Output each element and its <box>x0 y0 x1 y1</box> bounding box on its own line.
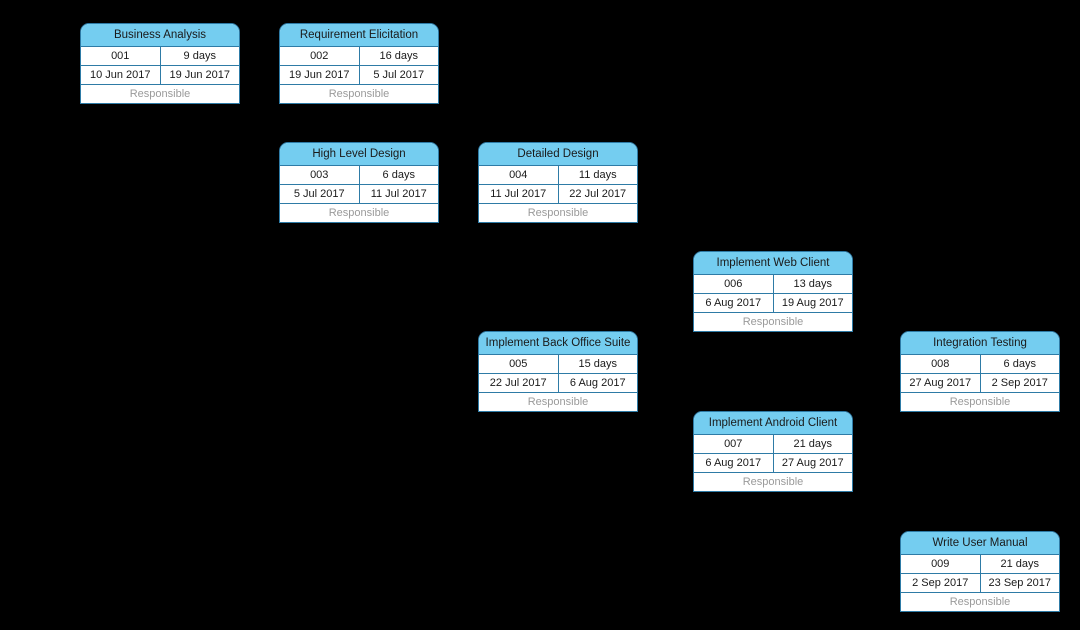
task-start-date: 6 Aug 2017 <box>694 454 774 472</box>
task-dates-row: 22 Jul 2017 6 Aug 2017 <box>479 374 637 393</box>
task-id: 008 <box>901 355 981 373</box>
task-card[interactable]: Integration Testing 008 6 days 27 Aug 2017 2… <box>900 331 1060 412</box>
task-duration: 21 days <box>1000 558 1040 570</box>
task-start-date: 10 Jun 2017 <box>81 66 161 84</box>
task-duration: 9 days <box>183 50 216 62</box>
task-id-duration-row: 009 21 days <box>901 555 1059 574</box>
task-name: Implement Web Client <box>694 252 852 275</box>
task-id-duration-row: 007 21 days <box>694 435 852 454</box>
task-dates-row: 5 Jul 2017 11 Jul 2017 <box>280 185 438 204</box>
task-end-date: 6 Aug 2017 <box>569 377 626 389</box>
task-duration: 13 days <box>793 278 833 290</box>
task-duration: 16 days <box>379 50 419 62</box>
task-start-date: 5 Jul 2017 <box>280 185 360 203</box>
task-name: Requirement Elicitation <box>280 24 438 47</box>
task-id: 003 <box>280 166 360 184</box>
task-dates-row: 11 Jul 2017 22 Jul 2017 <box>479 185 637 204</box>
task-card[interactable]: Implement Android Client 007 21 days 6 Aug … <box>693 411 853 492</box>
task-id-duration-row: 006 13 days <box>694 275 852 294</box>
task-end-date: 19 Jun 2017 <box>169 69 231 81</box>
task-id: 005 <box>479 355 559 373</box>
task-start-date: 22 Jul 2017 <box>479 374 559 392</box>
task-name: Write User Manual <box>901 532 1059 555</box>
task-card[interactable]: Implement Web Client 006 13 days 6 Aug 2017… <box>693 251 853 332</box>
task-id: 004 <box>479 166 559 184</box>
task-id: 006 <box>694 275 774 293</box>
task-id: 007 <box>694 435 774 453</box>
task-card[interactable]: Detailed Design 004 11 days 11 Jul 2017 22 J… <box>478 142 638 223</box>
task-duration: 6 days <box>382 169 415 181</box>
task-duration: 6 days <box>1003 358 1036 370</box>
task-duration: 21 days <box>793 438 833 450</box>
task-dates-row: 27 Aug 2017 2 Sep 2017 <box>901 374 1059 393</box>
task-responsible[interactable]: Responsible <box>81 85 239 103</box>
task-id-duration-row: 004 11 days <box>479 166 637 185</box>
task-start-date: 27 Aug 2017 <box>901 374 981 392</box>
task-start-date: 2 Sep 2017 <box>901 574 981 592</box>
task-id: 009 <box>901 555 981 573</box>
network-diagram-canvas: Business Analysis 001 9 days 10 Jun 2017 19 … <box>0 0 1080 630</box>
task-responsible[interactable]: Responsible <box>479 393 637 411</box>
task-duration: 15 days <box>578 358 618 370</box>
task-dates-row: 10 Jun 2017 19 Jun 2017 <box>81 66 239 85</box>
task-responsible[interactable]: Responsible <box>901 593 1059 611</box>
task-name: High Level Design <box>280 143 438 166</box>
task-duration: 11 days <box>578 169 617 181</box>
task-responsible[interactable]: Responsible <box>901 393 1059 411</box>
task-dates-row: 19 Jun 2017 5 Jul 2017 <box>280 66 438 85</box>
task-name: Detailed Design <box>479 143 637 166</box>
task-responsible[interactable]: Responsible <box>479 204 637 222</box>
task-name: Business Analysis <box>81 24 239 47</box>
task-id: 002 <box>280 47 360 65</box>
task-end-date: 11 Jul 2017 <box>370 188 427 200</box>
task-start-date: 11 Jul 2017 <box>479 185 559 203</box>
task-responsible[interactable]: Responsible <box>694 313 852 331</box>
task-responsible[interactable]: Responsible <box>694 473 852 491</box>
task-name: Implement Back Office Suite <box>479 332 637 355</box>
task-end-date: 27 Aug 2017 <box>781 457 844 469</box>
task-id: 001 <box>81 47 161 65</box>
task-id-duration-row: 008 6 days <box>901 355 1059 374</box>
task-dates-row: 6 Aug 2017 19 Aug 2017 <box>694 294 852 313</box>
task-dates-row: 6 Aug 2017 27 Aug 2017 <box>694 454 852 473</box>
task-responsible[interactable]: Responsible <box>280 85 438 103</box>
task-card[interactable]: Write User Manual 009 21 days 2 Sep 2017 23 … <box>900 531 1060 612</box>
task-card[interactable]: Business Analysis 001 9 days 10 Jun 2017 19 … <box>80 23 240 104</box>
task-card[interactable]: High Level Design 003 6 days 5 Jul 2017 11 J… <box>279 142 439 223</box>
task-card[interactable]: Requirement Elicitation 002 16 days 19 Jun … <box>279 23 439 104</box>
task-id-duration-row: 003 6 days <box>280 166 438 185</box>
task-start-date: 19 Jun 2017 <box>280 66 360 84</box>
task-start-date: 6 Aug 2017 <box>694 294 774 312</box>
task-end-date: 23 Sep 2017 <box>988 577 1051 589</box>
task-end-date: 5 Jul 2017 <box>373 69 425 81</box>
task-end-date: 2 Sep 2017 <box>991 377 1048 389</box>
task-end-date: 22 Jul 2017 <box>569 188 627 200</box>
task-end-date: 19 Aug 2017 <box>781 297 844 309</box>
task-name: Implement Android Client <box>694 412 852 435</box>
task-id-duration-row: 005 15 days <box>479 355 637 374</box>
task-card[interactable]: Implement Back Office Suite 005 15 days 22 … <box>478 331 638 412</box>
task-id-duration-row: 002 16 days <box>280 47 438 66</box>
task-dates-row: 2 Sep 2017 23 Sep 2017 <box>901 574 1059 593</box>
task-id-duration-row: 001 9 days <box>81 47 239 66</box>
task-responsible[interactable]: Responsible <box>280 204 438 222</box>
task-name: Integration Testing <box>901 332 1059 355</box>
